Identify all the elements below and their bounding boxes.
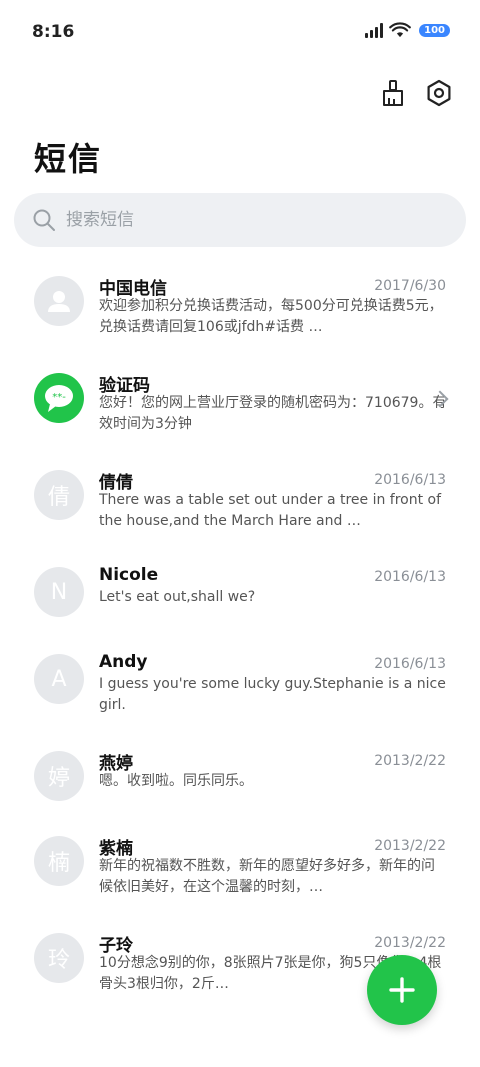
plus-icon <box>389 977 415 1003</box>
status-icons: 100 <box>365 22 450 38</box>
conversation-item[interactable]: **- 验证码 您好！您的网上营业厅登录的随机密码为：710679。有效时间为3… <box>0 359 480 456</box>
conversation-item[interactable]: 中国电信 2017/6/30 欢迎参加积分兑换话费活动，每500分可兑换话费5元… <box>0 262 480 359</box>
conversation-preview: I guess you're some lucky guy.Stephanie … <box>99 676 446 713</box>
conversation-item[interactable]: A Andy 2016/6/13 I guess you're some luc… <box>0 640 480 737</box>
avatar: 倩 <box>34 470 84 520</box>
avatar: N <box>34 567 84 617</box>
conversation-date: 2016/6/13 <box>374 656 446 672</box>
message-icon: **- <box>45 385 73 412</box>
conversation-date: 2013/2/22 <box>374 753 446 769</box>
search-icon <box>33 209 55 231</box>
avatar: 婷 <box>34 751 84 801</box>
conversation-preview: 嗯。收到啦。同乐同乐。 <box>99 773 253 789</box>
avatar <box>34 276 84 326</box>
conversation-preview: There was a table set out under a tree i… <box>99 492 442 529</box>
settings-button[interactable] <box>424 78 454 108</box>
svg-text:**-: **- <box>52 392 66 403</box>
conversation-date: 2013/2/22 <box>374 838 446 854</box>
conversation-preview: 新年的祝福数不胜数，新年的愿望好多好多，新年的问候依旧美好，在这个温馨的时刻，… <box>99 858 435 895</box>
conversation-preview: Let's eat out,shall we? <box>99 589 256 605</box>
conversation-item[interactable]: 楠 紫楠 2013/2/22 新年的祝福数不胜数，新年的愿望好多好多，新年的问候… <box>0 822 480 919</box>
search-input[interactable] <box>66 210 426 230</box>
conversation-date: 2016/6/13 <box>374 472 446 488</box>
top-actions <box>378 78 454 108</box>
page-title: 短信 <box>34 140 103 178</box>
conversation-item[interactable]: N Nicole 2016/6/13 Let's eat out,shall w… <box>0 553 480 640</box>
conversation-preview: 您好！您的网上营业厅登录的随机密码为：710679。有效时间为3分钟 <box>99 395 447 432</box>
signal-icon <box>365 22 384 38</box>
broom-icon <box>383 80 403 106</box>
battery-icon: 100 <box>419 23 450 37</box>
conversation-preview: 欢迎参加积分兑换话费活动，每500分可兑换话费5元，兑换话费请回复106或jfd… <box>99 298 443 335</box>
clean-button[interactable] <box>378 78 408 108</box>
person-icon <box>48 291 70 312</box>
conversation-date: 2017/6/30 <box>374 278 446 294</box>
search-bar[interactable] <box>14 193 466 247</box>
avatar: **- <box>34 373 84 423</box>
avatar: A <box>34 654 84 704</box>
avatar: 玲 <box>34 933 84 983</box>
wifi-icon <box>389 22 411 38</box>
new-message-button[interactable] <box>367 955 437 1025</box>
conversation-item[interactable]: 婷 燕婷 2013/2/22 嗯。收到啦。同乐同乐。 <box>0 737 480 822</box>
conversation-item[interactable]: 倩 倩倩 2016/6/13 There was a table set out… <box>0 456 480 553</box>
status-bar: 8:16 100 <box>0 0 480 64</box>
conversation-date: 2016/6/13 <box>374 569 446 585</box>
gear-icon <box>427 79 451 107</box>
avatar: 楠 <box>34 836 84 886</box>
conversation-name: Nicole <box>99 565 159 585</box>
conversation-date: 2013/2/22 <box>374 935 446 951</box>
status-time: 8:16 <box>32 22 75 42</box>
conversation-list: 中国电信 2017/6/30 欢迎参加积分兑换话费活动，每500分可兑换话费5元… <box>0 262 480 1016</box>
conversation-name: Andy <box>99 652 148 672</box>
